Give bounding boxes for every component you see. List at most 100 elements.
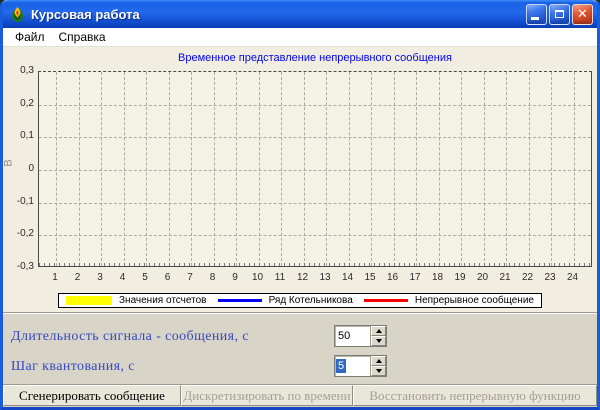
chart-legend: Значения отсчетов Ряд Котельникова Непреры… [58, 293, 542, 308]
x-tick-label: 18 [431, 272, 444, 283]
menu-bar: Файл Справка [3, 28, 597, 47]
gridline-vertical [506, 72, 507, 266]
edit-whitespace [346, 356, 370, 376]
x-tick-label: 20 [476, 272, 489, 283]
gridline-vertical [371, 72, 372, 266]
duration-label: Длительность сигнала - сообщения, с [11, 329, 249, 344]
x-tick-label: 12 [296, 272, 309, 283]
quant-step-value: 5 [336, 359, 347, 373]
duration-value: 50 [338, 330, 351, 342]
gridline-vertical [236, 72, 237, 266]
x-tick-label: 5 [142, 272, 148, 283]
arrow-up-icon [375, 359, 382, 363]
x-tick-label: 24 [566, 272, 579, 283]
x-tick-label: 7 [187, 272, 193, 283]
x-tick-label: 10 [251, 272, 264, 283]
toolbar-button-1[interactable]: Сгенерировать сообщение [3, 385, 181, 406]
close-icon: ✕ [577, 6, 588, 22]
window-title: Курсовая работа [31, 6, 140, 22]
duration-spinedit[interactable]: 50 [334, 325, 387, 347]
y-tick-label: 0,3 [20, 65, 34, 76]
plot-area [38, 71, 592, 267]
gridline-vertical [101, 72, 102, 266]
quant-step-spin-buttons [370, 356, 386, 376]
maximize-button[interactable] [549, 3, 570, 25]
gridline-vertical [393, 72, 395, 266]
toolbar-button-2[interactable]: Дискретизировать по времени [181, 385, 353, 406]
legend-item: Значения отсчетов [66, 295, 206, 306]
gridline-vertical [56, 72, 57, 266]
y-tick-label: 0,2 [20, 97, 34, 109]
gridline-vertical [326, 72, 327, 266]
legend-swatch-icon [363, 299, 408, 302]
gridline-vertical [573, 72, 575, 266]
x-tick-label: 19 [454, 272, 466, 283]
chart-panel: Временное представление непрерывного соо… [3, 47, 597, 312]
maximize-icon [555, 10, 564, 18]
y-tick-label: -0,1 [16, 195, 34, 207]
x-tick-label: 14 [341, 272, 354, 283]
gridline-horizontal [39, 104, 591, 106]
legend-item: Непрерывное сообщение [363, 295, 534, 306]
x-tick-label: 9 [232, 272, 238, 283]
chart-title: Временное представление непрерывного соо… [178, 52, 452, 64]
gridline-vertical [146, 72, 147, 266]
gridline-horizontal [39, 170, 591, 171]
x-tick-label: 13 [319, 272, 331, 283]
x-tick-label: 21 [499, 272, 511, 283]
minimize-button[interactable] [526, 3, 547, 25]
legend-label: Непрерывное сообщение [414, 295, 534, 306]
gridline-vertical [348, 72, 350, 266]
gridline-vertical [483, 72, 485, 266]
gridline-vertical [258, 72, 260, 266]
y-tick-label: -0,3 [16, 261, 34, 272]
x-tick-label: 2 [74, 272, 81, 283]
x-tick-label: 3 [97, 272, 103, 283]
gridline-vertical [281, 72, 282, 266]
quant-step-label: Шаг квантования, с [11, 359, 135, 374]
gridline-vertical [191, 72, 192, 266]
legend-item: Ряд Котельникова [217, 295, 353, 306]
x-tick-label: 8 [209, 272, 216, 283]
gridline-vertical [528, 72, 530, 266]
menu-file[interactable]: Файл [8, 29, 52, 45]
toolbar-button-3[interactable]: Восстановить непрерывную функцию [353, 385, 597, 406]
legend-swatch-icon [66, 296, 112, 305]
x-tick-label: 22 [521, 272, 534, 283]
legend-label: Ряд Котельникова [268, 295, 353, 306]
bottom-toolbar: Сгенерировать сообщение Дискретизировать… [3, 384, 597, 406]
duration-spin-down-button[interactable] [371, 336, 386, 346]
app-icon [12, 5, 23, 22]
x-tick-label: 1 [52, 272, 58, 283]
quant-step-spin-down-button[interactable] [371, 366, 386, 376]
legend-label: Значения отсчетов [119, 295, 207, 306]
duration-spin-buttons [370, 326, 386, 346]
settings-panel: Длительность сигнала - сообщения, с 50 Ш… [3, 312, 597, 384]
x-tick-label: 23 [544, 272, 556, 283]
y-tick-label: 0,1 [20, 130, 34, 142]
close-button[interactable]: ✕ [572, 3, 593, 25]
y-tick-label: -0,2 [16, 228, 34, 240]
title-bar: Курсовая работа ✕ [3, 0, 597, 28]
gridline-horizontal [39, 202, 591, 204]
gridline-vertical [416, 72, 417, 266]
arrow-down-icon [375, 369, 382, 373]
quant-step-spin-up-button[interactable] [371, 356, 386, 366]
quant-step-spinedit[interactable]: 5 [334, 355, 387, 377]
gridline-vertical [461, 72, 462, 266]
x-tick-label: 16 [386, 272, 399, 283]
gridline-horizontal [39, 235, 591, 237]
x-tick-label: 11 [274, 272, 286, 283]
x-tick-label: 6 [164, 272, 171, 283]
gridline-vertical [551, 72, 552, 266]
menu-help[interactable]: Справка [52, 29, 113, 45]
x-tick-label: 4 [119, 272, 126, 283]
arrow-up-icon [375, 329, 382, 333]
x-tick-label: 15 [364, 272, 376, 283]
gridline-vertical [123, 72, 125, 266]
legend-swatch-icon [217, 299, 262, 302]
gridline-vertical [303, 72, 305, 266]
duration-spin-up-button[interactable] [371, 326, 386, 336]
gridline-vertical [438, 72, 440, 266]
gridline-vertical [168, 72, 170, 266]
